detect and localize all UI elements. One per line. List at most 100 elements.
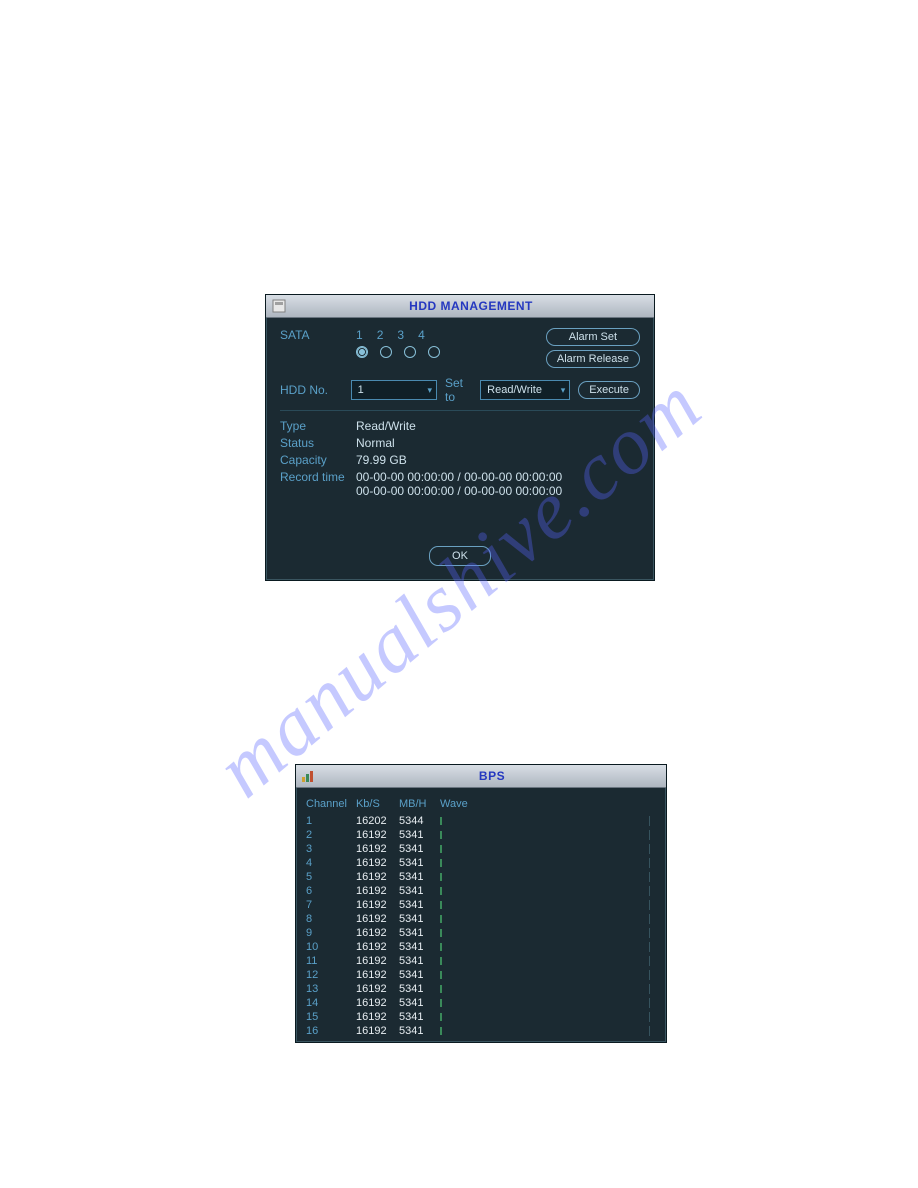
mbh-cell: 5341 <box>399 996 440 1010</box>
type-label: Type <box>280 419 356 433</box>
kbs-cell: 16192 <box>356 1010 399 1024</box>
kbs-cell: 16192 <box>356 982 399 996</box>
mbh-cell: 5341 <box>399 884 440 898</box>
wave-cell <box>440 898 656 912</box>
hdd-no-value: 1 <box>358 384 364 396</box>
kbs-cell: 16192 <box>356 968 399 982</box>
wave-cell <box>440 1010 656 1024</box>
channel-cell: 12 <box>306 968 356 982</box>
col-wave: Wave <box>440 796 656 814</box>
col-mbh: MB/H <box>399 796 440 814</box>
table-row: 2161925341 <box>306 828 656 842</box>
sata-port-1: 1 <box>356 328 363 342</box>
sata-port-3: 3 <box>397 328 404 342</box>
mbh-cell: 5341 <box>399 926 440 940</box>
table-row: 13161925341 <box>306 982 656 996</box>
sata-radio-1[interactable] <box>356 346 368 358</box>
status-value: Normal <box>356 436 395 450</box>
hdd-no-dropdown[interactable]: 1 ▾ <box>351 380 437 400</box>
kbs-cell: 16192 <box>356 898 399 912</box>
kbs-cell: 16192 <box>356 842 399 856</box>
mbh-cell: 5341 <box>399 856 440 870</box>
table-row: 5161925341 <box>306 870 656 884</box>
channel-cell: 16 <box>306 1024 356 1038</box>
sata-port-4: 4 <box>418 328 425 342</box>
mbh-cell: 5341 <box>399 954 440 968</box>
mbh-cell: 5341 <box>399 870 440 884</box>
record-time-line-2: 00-00-00 00:00:00 / 00-00-00 00:00:00 <box>356 484 562 498</box>
col-kbs: Kb/S <box>356 796 399 814</box>
set-to-dropdown[interactable]: Read/Write ▾ <box>480 380 570 400</box>
mbh-cell: 5341 <box>399 940 440 954</box>
wave-cell <box>440 884 656 898</box>
bps-title: BPS <box>318 769 666 783</box>
wave-cell <box>440 968 656 982</box>
alarm-release-button[interactable]: Alarm Release <box>546 350 640 368</box>
mbh-cell: 5341 <box>399 1010 440 1024</box>
record-time-label: Record time <box>280 470 356 498</box>
separator <box>280 410 640 411</box>
wave-cell <box>440 1024 656 1038</box>
bps-titlebar: BPS <box>296 765 666 788</box>
record-time-line-1: 00-00-00 00:00:00 / 00-00-00 00:00:00 <box>356 470 562 484</box>
hdd-no-label: HDD No. <box>280 383 351 397</box>
wave-cell <box>440 842 656 856</box>
channel-cell: 8 <box>306 912 356 926</box>
sata-radio-4[interactable] <box>428 346 440 358</box>
channel-cell: 13 <box>306 982 356 996</box>
mbh-cell: 5341 <box>399 968 440 982</box>
mbh-cell: 5341 <box>399 842 440 856</box>
mbh-cell: 5341 <box>399 982 440 996</box>
channel-cell: 10 <box>306 940 356 954</box>
bps-table: Channel Kb/S MB/H Wave 11620253442161925… <box>306 796 656 1038</box>
hdd-title: HDD MANAGEMENT <box>288 299 654 313</box>
kbs-cell: 16192 <box>356 1024 399 1038</box>
kbs-cell: 16192 <box>356 996 399 1010</box>
table-row: 15161925341 <box>306 1010 656 1024</box>
kbs-cell: 16192 <box>356 940 399 954</box>
channel-cell: 14 <box>306 996 356 1010</box>
sata-radio-2[interactable] <box>380 346 392 358</box>
alarm-set-button[interactable]: Alarm Set <box>546 328 640 346</box>
wave-cell <box>440 982 656 996</box>
col-channel: Channel <box>306 796 356 814</box>
bps-icon <box>300 768 318 784</box>
capacity-label: Capacity <box>280 453 356 467</box>
chevron-down-icon: ▾ <box>427 385 432 396</box>
wave-cell <box>440 940 656 954</box>
table-row: 10161925341 <box>306 940 656 954</box>
kbs-cell: 16202 <box>356 814 399 828</box>
table-row: 8161925341 <box>306 912 656 926</box>
channel-cell: 15 <box>306 1010 356 1024</box>
mbh-cell: 5341 <box>399 912 440 926</box>
channel-cell: 9 <box>306 926 356 940</box>
mbh-cell: 5341 <box>399 828 440 842</box>
kbs-cell: 16192 <box>356 912 399 926</box>
table-row: 7161925341 <box>306 898 656 912</box>
execute-button[interactable]: Execute <box>578 381 640 399</box>
capacity-value: 79.99 GB <box>356 453 407 467</box>
table-row: 1162025344 <box>306 814 656 828</box>
chevron-down-icon: ▾ <box>561 385 566 396</box>
channel-cell: 5 <box>306 870 356 884</box>
channel-cell: 6 <box>306 884 356 898</box>
hdd-icon <box>270 298 288 314</box>
channel-cell: 11 <box>306 954 356 968</box>
channel-cell: 2 <box>306 828 356 842</box>
hdd-management-dialog: HDD MANAGEMENT SATA 1 2 3 4 <box>265 294 655 581</box>
wave-cell <box>440 954 656 968</box>
wave-cell <box>440 814 656 828</box>
set-to-label: Set to <box>445 376 474 404</box>
ok-button[interactable]: OK <box>429 546 491 566</box>
channel-cell: 4 <box>306 856 356 870</box>
wave-cell <box>440 912 656 926</box>
wave-cell <box>440 828 656 842</box>
sata-radio-3[interactable] <box>404 346 416 358</box>
table-row: 3161925341 <box>306 842 656 856</box>
table-row: 4161925341 <box>306 856 656 870</box>
kbs-cell: 16192 <box>356 884 399 898</box>
wave-cell <box>440 926 656 940</box>
kbs-cell: 16192 <box>356 828 399 842</box>
kbs-cell: 16192 <box>356 954 399 968</box>
sata-label: SATA <box>280 328 310 342</box>
